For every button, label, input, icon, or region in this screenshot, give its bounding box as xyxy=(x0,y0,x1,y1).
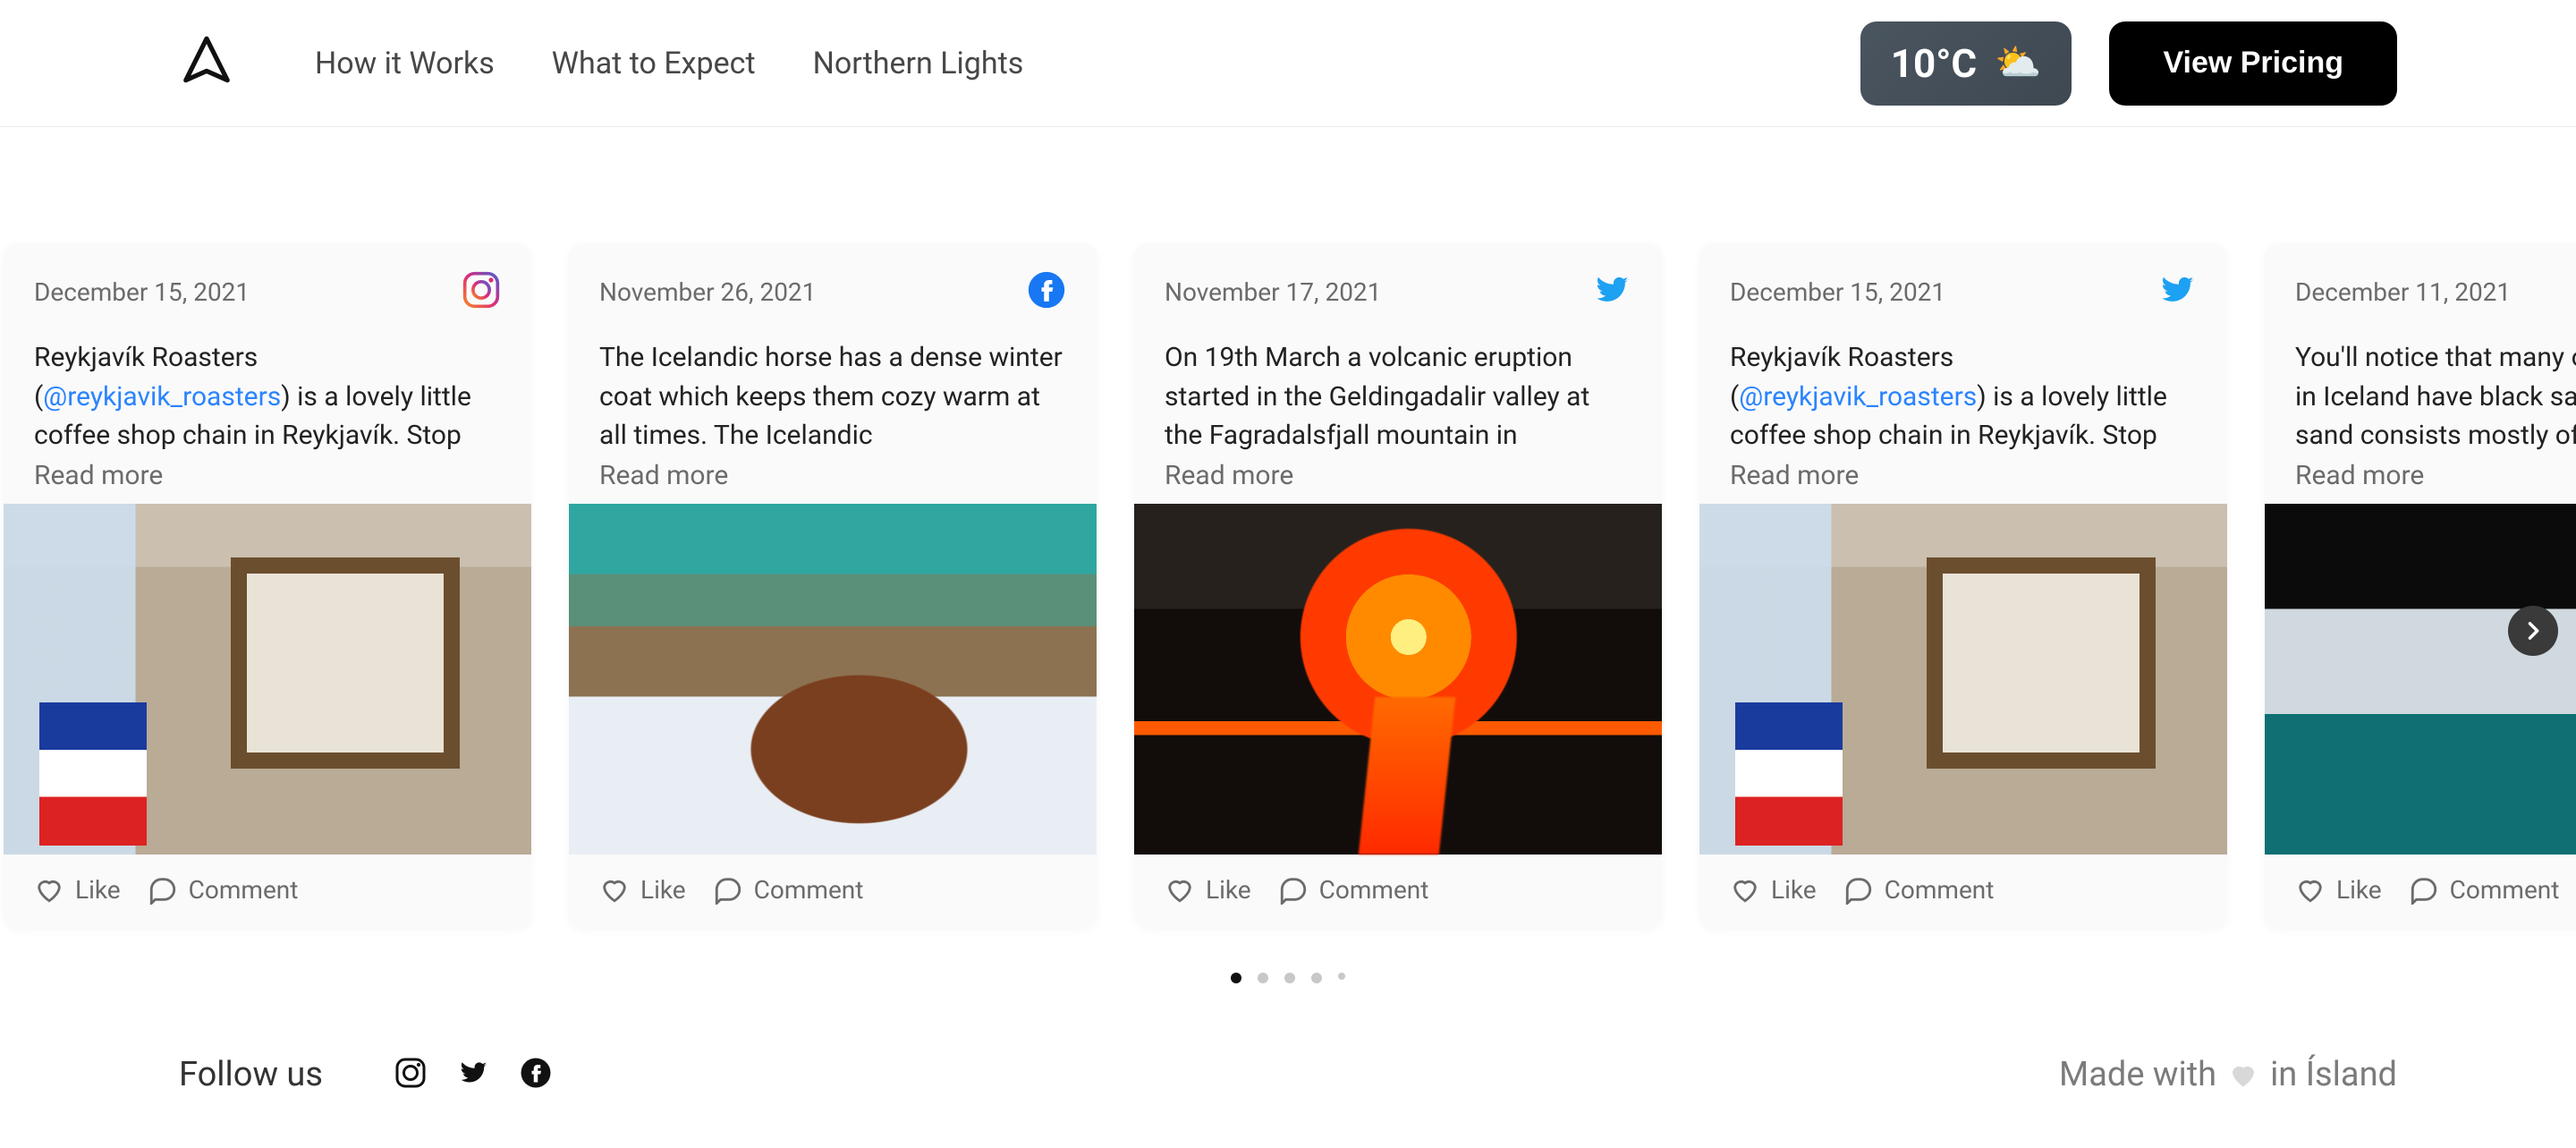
twitter-icon[interactable] xyxy=(457,1057,489,1093)
chevron-right-icon xyxy=(2521,618,2546,643)
social-card: November 26, 2021 The Icelandic horse ha… xyxy=(569,243,1097,928)
view-pricing-button[interactable]: View Pricing xyxy=(2109,21,2397,106)
social-card: December 11, 2021 You'll notice that man… xyxy=(2265,243,2576,928)
card-date: December 15, 2021 xyxy=(1730,277,1945,307)
carousel-dots xyxy=(0,973,2576,983)
comment-label: Comment xyxy=(1319,875,1429,905)
card-text: Reykjavík Roasters (@reykjavik_roasters)… xyxy=(1730,338,2197,456)
social-card: November 17, 2021 On 19th March a volcan… xyxy=(1134,243,1662,928)
card-date: November 17, 2021 xyxy=(1165,277,1381,307)
read-more-link[interactable]: Read more xyxy=(34,460,501,491)
like-label: Like xyxy=(75,875,121,905)
instagram-icon[interactable] xyxy=(462,270,501,313)
card-text: On 19th March a volcanic eruption starte… xyxy=(1165,338,1631,456)
card-text: The Icelandic horse has a dense winter c… xyxy=(599,338,1066,456)
comment-label: Comment xyxy=(2450,875,2560,905)
weather-widget[interactable]: 10°C ⛅ xyxy=(1860,21,2072,106)
nav-link-what-to-expect[interactable]: What to Expect xyxy=(552,46,756,81)
card-image xyxy=(1699,504,2227,855)
cards-row: December 15, 2021 Reykjavík Roasters (@r… xyxy=(0,243,2576,928)
like-button[interactable]: Like xyxy=(1165,874,1251,905)
social-carousel: December 15, 2021 Reykjavík Roasters (@r… xyxy=(0,243,2576,983)
twitter-icon[interactable] xyxy=(2157,270,2197,313)
card-date: November 26, 2021 xyxy=(599,277,816,307)
like-label: Like xyxy=(640,875,686,905)
card-image xyxy=(4,504,531,855)
comment-button[interactable]: Comment xyxy=(148,874,299,905)
like-label: Like xyxy=(2336,875,2382,905)
weather-cloud-icon: ⛅ xyxy=(1995,41,2041,85)
like-button[interactable]: Like xyxy=(1730,874,1817,905)
twitter-icon[interactable] xyxy=(1592,270,1631,313)
read-more-link[interactable]: Read more xyxy=(1730,460,2197,491)
follow-us-label: Follow us xyxy=(179,1055,323,1094)
instagram-icon[interactable] xyxy=(394,1057,427,1093)
comment-button[interactable]: Comment xyxy=(713,874,864,905)
read-more-link[interactable]: Read more xyxy=(599,460,1066,491)
follow-icons xyxy=(394,1057,552,1093)
carousel-dot[interactable] xyxy=(1284,973,1295,983)
carousel-dot[interactable] xyxy=(1311,973,1322,983)
handle-link[interactable]: @reykjavik_roasters xyxy=(1739,381,1977,412)
card-text: Reykjavík Roasters (@reykjavik_roasters)… xyxy=(34,338,501,456)
top-nav: How it Works What to Expect Northern Lig… xyxy=(0,0,2576,127)
like-label: Like xyxy=(1206,875,1251,905)
carousel-dot[interactable] xyxy=(1258,973,1268,983)
handle-link[interactable]: @reykjavik_roasters xyxy=(43,381,281,412)
comment-label: Comment xyxy=(754,875,864,905)
facebook-icon[interactable] xyxy=(1027,270,1066,313)
footer: Follow us Made with in Ísland xyxy=(0,983,2576,1148)
read-more-link[interactable]: Read more xyxy=(1165,460,1631,491)
carousel-dot[interactable] xyxy=(1231,973,1241,983)
social-card: December 15, 2021 Reykjavík Roasters (@r… xyxy=(1699,243,2227,928)
logo-icon[interactable] xyxy=(179,34,234,93)
card-date: December 15, 2021 xyxy=(34,277,250,307)
like-label: Like xyxy=(1771,875,1817,905)
like-button[interactable]: Like xyxy=(34,874,121,905)
comment-label: Comment xyxy=(1885,875,1995,905)
weather-temp: 10°C xyxy=(1891,40,1977,87)
made-with-label: Made with in Ísland xyxy=(2059,1055,2397,1094)
social-card: December 15, 2021 Reykjavík Roasters (@r… xyxy=(4,243,531,928)
comment-label: Comment xyxy=(189,875,299,905)
heart-icon xyxy=(2227,1059,2259,1091)
nav-link-northern-lights[interactable]: Northern Lights xyxy=(813,46,1024,81)
comment-button[interactable]: Comment xyxy=(1843,874,1995,905)
comment-button[interactable]: Comment xyxy=(1278,874,1429,905)
comment-button[interactable]: Comment xyxy=(2409,874,2560,905)
card-image xyxy=(2265,504,2576,855)
like-button[interactable]: Like xyxy=(599,874,686,905)
carousel-next-button[interactable] xyxy=(2508,606,2558,656)
like-button[interactable]: Like xyxy=(2295,874,2382,905)
nav-link-how-it-works[interactable]: How it Works xyxy=(315,46,495,81)
card-date: December 11, 2021 xyxy=(2295,277,2511,307)
carousel-dot[interactable] xyxy=(1338,973,1345,980)
card-image xyxy=(1134,504,1662,855)
card-text: You'll notice that many of the beaches i… xyxy=(2295,338,2576,456)
read-more-link[interactable]: Read more xyxy=(2295,460,2576,491)
card-image xyxy=(569,504,1097,855)
facebook-icon[interactable] xyxy=(520,1057,552,1093)
nav-links: How it Works What to Expect Northern Lig… xyxy=(315,46,1023,81)
